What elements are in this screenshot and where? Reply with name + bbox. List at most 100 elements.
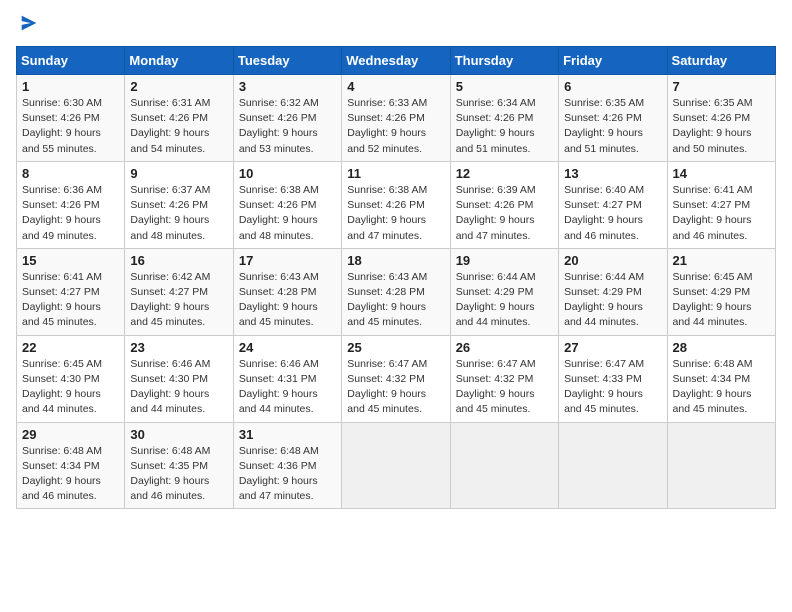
day-info: Sunrise: 6:32 AMSunset: 4:26 PMDaylight:…: [239, 96, 336, 157]
day-cell: 5 Sunrise: 6:34 AMSunset: 4:26 PMDaylight…: [450, 75, 558, 162]
day-cell: 13 Sunrise: 6:40 AMSunset: 4:27 PMDayligh…: [559, 161, 667, 248]
day-number: 15: [22, 253, 119, 268]
day-cell: 20 Sunrise: 6:44 AMSunset: 4:29 PMDayligh…: [559, 248, 667, 335]
day-cell: 12 Sunrise: 6:39 AMSunset: 4:26 PMDayligh…: [450, 161, 558, 248]
day-info: Sunrise: 6:44 AMSunset: 4:29 PMDaylight:…: [456, 270, 553, 331]
day-number: 4: [347, 79, 444, 94]
day-cell: 19 Sunrise: 6:44 AMSunset: 4:29 PMDayligh…: [450, 248, 558, 335]
day-number: 25: [347, 340, 444, 355]
day-cell: 1 Sunrise: 6:30 AMSunset: 4:26 PMDaylight…: [17, 75, 125, 162]
day-cell: 3 Sunrise: 6:32 AMSunset: 4:26 PMDaylight…: [233, 75, 341, 162]
week-row-4: 29 Sunrise: 6:48 AMSunset: 4:34 PMDayligh…: [17, 422, 776, 509]
day-number: 30: [130, 427, 227, 442]
day-cell: 31 Sunrise: 6:48 AMSunset: 4:36 PMDayligh…: [233, 422, 341, 509]
day-cell: 4 Sunrise: 6:33 AMSunset: 4:26 PMDaylight…: [342, 75, 450, 162]
day-number: 7: [673, 79, 770, 94]
day-cell: 30Sunrise: 6:48 AMSunset: 4:35 PMDayligh…: [125, 422, 233, 509]
day-info: Sunrise: 6:48 AMSunset: 4:34 PMDaylight:…: [673, 357, 770, 418]
day-number: 26: [456, 340, 553, 355]
day-info: Sunrise: 6:39 AMSunset: 4:26 PMDaylight:…: [456, 183, 553, 244]
day-cell: [342, 422, 450, 509]
calendar-table: SundayMondayTuesdayWednesdayThursdayFrid…: [16, 46, 776, 509]
header-friday: Friday: [559, 47, 667, 75]
day-info: Sunrise: 6:41 AMSunset: 4:27 PMDaylight:…: [22, 270, 119, 331]
day-cell: 11Sunrise: 6:38 AMSunset: 4:26 PMDayligh…: [342, 161, 450, 248]
day-number: 27: [564, 340, 661, 355]
day-number: 18: [347, 253, 444, 268]
week-row-3: 22 Sunrise: 6:45 AMSunset: 4:30 PMDayligh…: [17, 335, 776, 422]
day-number: 29: [22, 427, 119, 442]
header-thursday: Thursday: [450, 47, 558, 75]
day-info: Sunrise: 6:47 AMSunset: 4:32 PMDaylight:…: [456, 357, 553, 418]
day-number: 3: [239, 79, 336, 94]
day-number: 5: [456, 79, 553, 94]
day-cell: 14 Sunrise: 6:41 AMSunset: 4:27 PMDayligh…: [667, 161, 775, 248]
day-number: 12: [456, 166, 553, 181]
day-cell: 10 Sunrise: 6:38 AMSunset: 4:26 PMDayligh…: [233, 161, 341, 248]
day-number: 23: [130, 340, 227, 355]
day-number: 6: [564, 79, 661, 94]
day-number: 24: [239, 340, 336, 355]
day-info: Sunrise: 6:48 AMSunset: 4:36 PMDaylight:…: [239, 444, 336, 505]
day-info: Sunrise: 6:48 AMSunset: 4:34 PMDaylight:…: [22, 444, 119, 505]
week-row-0: 1 Sunrise: 6:30 AMSunset: 4:26 PMDaylight…: [17, 75, 776, 162]
day-cell: 21Sunrise: 6:45 AMSunset: 4:29 PMDayligh…: [667, 248, 775, 335]
header-sunday: Sunday: [17, 47, 125, 75]
day-number: 1: [22, 79, 119, 94]
header: [16, 16, 776, 34]
header-monday: Monday: [125, 47, 233, 75]
day-cell: 24 Sunrise: 6:46 AMSunset: 4:31 PMDayligh…: [233, 335, 341, 422]
day-info: Sunrise: 6:41 AMSunset: 4:27 PMDaylight:…: [673, 183, 770, 244]
day-info: Sunrise: 6:43 AMSunset: 4:28 PMDaylight:…: [347, 270, 444, 331]
day-cell: 7Sunrise: 6:35 AMSunset: 4:26 PMDaylight…: [667, 75, 775, 162]
day-info: Sunrise: 6:31 AMSunset: 4:26 PMDaylight:…: [130, 96, 227, 157]
day-info: Sunrise: 6:30 AMSunset: 4:26 PMDaylight:…: [22, 96, 119, 157]
calendar-body: 1 Sunrise: 6:30 AMSunset: 4:26 PMDaylight…: [17, 75, 776, 509]
header-tuesday: Tuesday: [233, 47, 341, 75]
day-info: Sunrise: 6:40 AMSunset: 4:27 PMDaylight:…: [564, 183, 661, 244]
day-info: Sunrise: 6:38 AMSunset: 4:26 PMDaylight:…: [239, 183, 336, 244]
day-number: 2: [130, 79, 227, 94]
day-cell: 6 Sunrise: 6:35 AMSunset: 4:26 PMDaylight…: [559, 75, 667, 162]
day-number: 9: [130, 166, 227, 181]
day-info: Sunrise: 6:45 AMSunset: 4:29 PMDaylight:…: [673, 270, 770, 331]
day-cell: 15 Sunrise: 6:41 AMSunset: 4:27 PMDayligh…: [17, 248, 125, 335]
day-number: 16: [130, 253, 227, 268]
day-info: Sunrise: 6:33 AMSunset: 4:26 PMDaylight:…: [347, 96, 444, 157]
calendar-header-row: SundayMondayTuesdayWednesdayThursdayFrid…: [17, 47, 776, 75]
day-cell: 8 Sunrise: 6:36 AMSunset: 4:26 PMDaylight…: [17, 161, 125, 248]
day-number: 19: [456, 253, 553, 268]
day-number: 13: [564, 166, 661, 181]
day-info: Sunrise: 6:46 AMSunset: 4:30 PMDaylight:…: [130, 357, 227, 418]
day-cell: 28Sunrise: 6:48 AMSunset: 4:34 PMDayligh…: [667, 335, 775, 422]
day-cell: 9 Sunrise: 6:37 AMSunset: 4:26 PMDaylight…: [125, 161, 233, 248]
logo: [16, 16, 40, 34]
day-cell: 17Sunrise: 6:43 AMSunset: 4:28 PMDayligh…: [233, 248, 341, 335]
day-info: Sunrise: 6:47 AMSunset: 4:32 PMDaylight:…: [347, 357, 444, 418]
day-number: 20: [564, 253, 661, 268]
day-info: Sunrise: 6:42 AMSunset: 4:27 PMDaylight:…: [130, 270, 227, 331]
day-info: Sunrise: 6:35 AMSunset: 4:26 PMDaylight:…: [564, 96, 661, 157]
day-number: 8: [22, 166, 119, 181]
day-number: 22: [22, 340, 119, 355]
week-row-2: 15 Sunrise: 6:41 AMSunset: 4:27 PMDayligh…: [17, 248, 776, 335]
day-cell: [559, 422, 667, 509]
day-number: 31: [239, 427, 336, 442]
header-wednesday: Wednesday: [342, 47, 450, 75]
day-info: Sunrise: 6:36 AMSunset: 4:26 PMDaylight:…: [22, 183, 119, 244]
day-cell: 26 Sunrise: 6:47 AMSunset: 4:32 PMDayligh…: [450, 335, 558, 422]
week-row-1: 8 Sunrise: 6:36 AMSunset: 4:26 PMDaylight…: [17, 161, 776, 248]
day-info: Sunrise: 6:47 AMSunset: 4:33 PMDaylight:…: [564, 357, 661, 418]
day-info: Sunrise: 6:45 AMSunset: 4:30 PMDaylight:…: [22, 357, 119, 418]
day-cell: 29 Sunrise: 6:48 AMSunset: 4:34 PMDayligh…: [17, 422, 125, 509]
day-info: Sunrise: 6:37 AMSunset: 4:26 PMDaylight:…: [130, 183, 227, 244]
day-cell: 25 Sunrise: 6:47 AMSunset: 4:32 PMDayligh…: [342, 335, 450, 422]
logo-icon: [18, 12, 40, 34]
day-info: Sunrise: 6:34 AMSunset: 4:26 PMDaylight:…: [456, 96, 553, 157]
day-number: 10: [239, 166, 336, 181]
day-info: Sunrise: 6:43 AMSunset: 4:28 PMDaylight:…: [239, 270, 336, 331]
day-number: 14: [673, 166, 770, 181]
day-info: Sunrise: 6:46 AMSunset: 4:31 PMDaylight:…: [239, 357, 336, 418]
day-cell: 22 Sunrise: 6:45 AMSunset: 4:30 PMDayligh…: [17, 335, 125, 422]
day-info: Sunrise: 6:44 AMSunset: 4:29 PMDaylight:…: [564, 270, 661, 331]
